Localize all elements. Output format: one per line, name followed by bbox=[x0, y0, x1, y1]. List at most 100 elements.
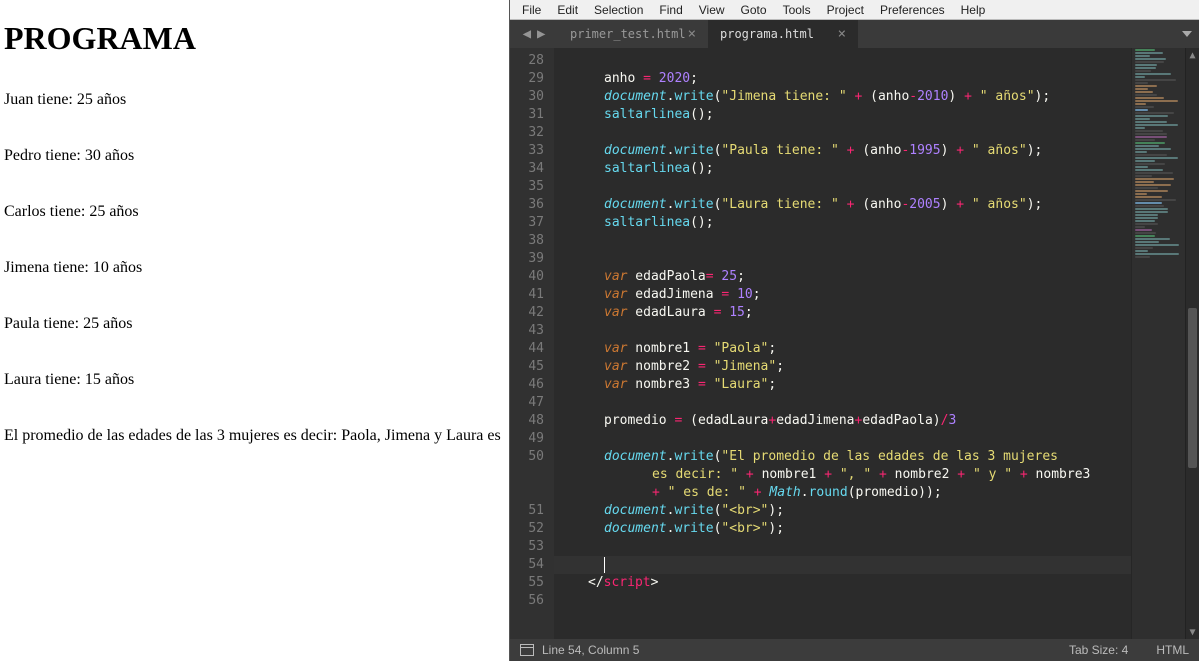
menu-find[interactable]: Find bbox=[651, 3, 690, 17]
panel-icon[interactable] bbox=[520, 644, 534, 656]
line-number: 36 bbox=[510, 196, 554, 214]
output-line: Pedro tiene: 30 años bbox=[4, 147, 505, 165]
menu-file[interactable]: File bbox=[514, 3, 549, 17]
output-line: El promedio de las edades de las 3 mujer… bbox=[4, 427, 505, 445]
line-number: 43 bbox=[510, 322, 554, 340]
code-line[interactable] bbox=[554, 232, 1131, 250]
line-number: 53 bbox=[510, 538, 554, 556]
code-line[interactable]: saltarlinea(); bbox=[554, 214, 1131, 232]
output-line: Paula tiene: 25 años bbox=[4, 315, 505, 333]
line-number: 54 bbox=[510, 556, 554, 574]
code-line[interactable]: var edadLaura = 15; bbox=[554, 304, 1131, 322]
code-line[interactable]: promedio = (edadLaura+edadJimena+edadPao… bbox=[554, 412, 1131, 430]
code-line[interactable] bbox=[554, 556, 1131, 574]
line-number: 34 bbox=[510, 160, 554, 178]
status-bar: Line 54, Column 5 Tab Size: 4 HTML bbox=[510, 639, 1199, 661]
menu-preferences[interactable]: Preferences bbox=[872, 3, 953, 17]
code-line[interactable] bbox=[554, 430, 1131, 448]
code-line[interactable] bbox=[554, 250, 1131, 268]
code-line[interactable]: anho = 2020; bbox=[554, 70, 1131, 88]
close-icon[interactable]: × bbox=[838, 26, 846, 42]
tab-primer-test[interactable]: primer_test.html × bbox=[558, 20, 708, 48]
code-line[interactable]: </script> bbox=[554, 574, 1131, 592]
status-cursor-position[interactable]: Line 54, Column 5 bbox=[542, 643, 639, 657]
menu-help[interactable]: Help bbox=[953, 3, 994, 17]
tab-label: programa.html bbox=[720, 27, 814, 41]
menu-project[interactable]: Project bbox=[819, 3, 872, 17]
code-content[interactable]: anho = 2020;document.write("Jimena tiene… bbox=[554, 48, 1131, 639]
code-line[interactable]: document.write("Jimena tiene: " + (anho-… bbox=[554, 88, 1131, 106]
menu-view[interactable]: View bbox=[691, 3, 733, 17]
scroll-down-icon[interactable]: ▼ bbox=[1186, 625, 1199, 639]
code-line[interactable]: es decir: " + nombre1 + ", " + nombre2 +… bbox=[554, 466, 1131, 484]
code-line[interactable]: var edadJimena = 10; bbox=[554, 286, 1131, 304]
line-number: 49 bbox=[510, 430, 554, 448]
tab-nav-arrows[interactable]: ◀ ▶ bbox=[510, 20, 558, 48]
menu-tools[interactable]: Tools bbox=[775, 3, 819, 17]
page-title: PROGRAMA bbox=[4, 20, 505, 57]
line-number: 42 bbox=[510, 304, 554, 322]
line-number bbox=[510, 466, 554, 484]
menu-goto[interactable]: Goto bbox=[733, 3, 775, 17]
code-line[interactable] bbox=[554, 52, 1131, 70]
line-number: 38 bbox=[510, 232, 554, 250]
line-number: 40 bbox=[510, 268, 554, 286]
code-line[interactable]: document.write("Paula tiene: " + (anho-1… bbox=[554, 142, 1131, 160]
output-line: Jimena tiene: 10 años bbox=[4, 259, 505, 277]
line-number: 39 bbox=[510, 250, 554, 268]
status-tab-size[interactable]: Tab Size: 4 bbox=[1069, 643, 1128, 657]
code-line[interactable]: document.write("Laura tiene: " + (anho-2… bbox=[554, 196, 1131, 214]
line-number: 51 bbox=[510, 502, 554, 520]
code-line[interactable]: document.write("<br>"); bbox=[554, 502, 1131, 520]
arrow-left-icon[interactable]: ◀ bbox=[523, 26, 531, 42]
status-language[interactable]: HTML bbox=[1156, 643, 1189, 657]
text-cursor bbox=[604, 557, 605, 573]
code-line[interactable]: var nombre2 = "Jimena"; bbox=[554, 358, 1131, 376]
line-number: 45 bbox=[510, 358, 554, 376]
close-icon[interactable]: × bbox=[688, 26, 696, 42]
code-area[interactable]: 2829303132333435363738394041424344454647… bbox=[510, 48, 1199, 639]
code-line[interactable]: document.write("El promedio de las edade… bbox=[554, 448, 1131, 466]
tab-label: primer_test.html bbox=[570, 27, 686, 41]
menu-edit[interactable]: Edit bbox=[549, 3, 586, 17]
code-line[interactable]: var edadPaola= 25; bbox=[554, 268, 1131, 286]
line-number: 48 bbox=[510, 412, 554, 430]
line-number: 50 bbox=[510, 448, 554, 466]
browser-output-pane: PROGRAMA Juan tiene: 25 años Pedro tiene… bbox=[0, 0, 509, 661]
line-number bbox=[510, 484, 554, 502]
scroll-up-icon[interactable]: ▲ bbox=[1186, 48, 1199, 62]
code-line[interactable] bbox=[554, 592, 1131, 610]
scrollbar-thumb[interactable] bbox=[1188, 308, 1197, 468]
output-line: Carlos tiene: 25 años bbox=[4, 203, 505, 221]
line-number-gutter: 2829303132333435363738394041424344454647… bbox=[510, 48, 554, 639]
code-line[interactable]: var nombre1 = "Paola"; bbox=[554, 340, 1131, 358]
menu-bar: File Edit Selection Find View Goto Tools… bbox=[510, 0, 1199, 20]
line-number: 31 bbox=[510, 106, 554, 124]
code-line[interactable] bbox=[554, 538, 1131, 556]
tab-overflow-button[interactable] bbox=[1175, 20, 1199, 48]
line-number: 33 bbox=[510, 142, 554, 160]
code-line[interactable] bbox=[554, 178, 1131, 196]
line-number: 56 bbox=[510, 592, 554, 610]
line-number: 29 bbox=[510, 70, 554, 88]
menu-selection[interactable]: Selection bbox=[586, 3, 651, 17]
code-line[interactable]: var nombre3 = "Laura"; bbox=[554, 376, 1131, 394]
arrow-right-icon[interactable]: ▶ bbox=[537, 26, 545, 42]
vertical-scrollbar[interactable]: ▲ ▼ bbox=[1185, 48, 1199, 639]
code-line[interactable] bbox=[554, 394, 1131, 412]
line-number: 46 bbox=[510, 376, 554, 394]
code-line[interactable]: saltarlinea(); bbox=[554, 160, 1131, 178]
line-number: 37 bbox=[510, 214, 554, 232]
code-line[interactable] bbox=[554, 124, 1131, 142]
tab-programa[interactable]: programa.html × bbox=[708, 20, 858, 48]
code-line[interactable]: document.write("<br>"); bbox=[554, 520, 1131, 538]
minimap[interactable] bbox=[1131, 48, 1185, 639]
code-editor-window: File Edit Selection Find View Goto Tools… bbox=[509, 0, 1199, 661]
line-number: 52 bbox=[510, 520, 554, 538]
code-line[interactable]: saltarlinea(); bbox=[554, 106, 1131, 124]
code-line[interactable] bbox=[554, 322, 1131, 340]
line-number: 44 bbox=[510, 340, 554, 358]
code-line[interactable]: + " es de: " + Math.round(promedio)); bbox=[554, 484, 1131, 502]
line-number: 47 bbox=[510, 394, 554, 412]
line-number: 35 bbox=[510, 178, 554, 196]
